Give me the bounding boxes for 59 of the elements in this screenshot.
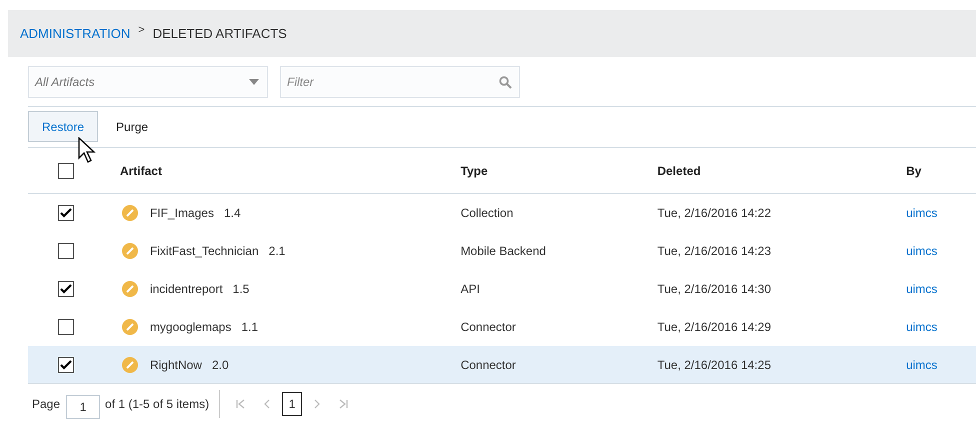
user-link[interactable]: uimcs — [906, 320, 938, 334]
table-cell: Tue, 2/16/2016 14:30 — [657, 282, 771, 296]
breadcrumb-link[interactable]: ADMINISTRATION — [20, 24, 130, 44]
table-cell: Tue, 2/16/2016 14:23 — [657, 244, 771, 258]
table-cell: Tue, 2/16/2016 14:25 — [657, 358, 771, 372]
table-row[interactable]: mygooglemaps 1.1 Connector Tue, 2/16/2016 14:29 uimcs — [28, 308, 976, 346]
breadcrumb-separator: > — [138, 23, 145, 38]
checkbox[interactable] — [58, 319, 74, 335]
page-summary: of 1 (1-5 of 5 items) — [105, 396, 210, 413]
artifact-name: FIF_Images — [150, 205, 214, 222]
pencil-badge-icon — [122, 205, 138, 221]
pencil-badge-icon — [122, 356, 138, 372]
filter-field[interactable]: Filter — [280, 66, 520, 98]
column-header[interactable]: Artifact — [120, 164, 162, 178]
table-cell: Connector — [460, 358, 516, 372]
artifact-version: 1.5 — [232, 281, 250, 298]
artifact-dropdown[interactable]: All Artifacts — [28, 66, 268, 98]
table-row[interactable]: RightNow 2.0 Connector Tue, 2/16/2016 14:25 uimcs — [28, 346, 976, 384]
table-row[interactable]: FIF_Images 1.4 Collection Tue, 2/16/2016 14:22 uimcs — [28, 194, 976, 232]
table-cell: Mobile Backend — [460, 244, 546, 258]
column-header[interactable]: Deleted — [657, 164, 701, 178]
dropdown-caret-icon — [249, 79, 259, 85]
toolbar-button[interactable]: Purge — [102, 111, 162, 142]
checkbox[interactable] — [58, 205, 74, 221]
user-link[interactable]: uimcs — [906, 358, 938, 372]
pencil-badge-icon — [122, 319, 138, 335]
artifact-name: FixitFast_Technician — [150, 243, 259, 260]
artifact-version: 2.0 — [212, 356, 229, 374]
column-header[interactable]: Type — [460, 164, 488, 178]
table-cell: Tue, 2/16/2016 14:29 — [657, 320, 771, 334]
user-link[interactable]: uimcs — [906, 206, 938, 220]
artifact-name: incidentreport — [150, 281, 223, 298]
table-row[interactable]: incidentreport 1.5 API Tue, 2/16/2016 14:30 uimcs — [28, 270, 976, 308]
user-link[interactable]: uimcs — [906, 282, 938, 296]
checkbox[interactable] — [58, 281, 74, 297]
checkbox[interactable] — [58, 356, 74, 372]
artifact-name: mygooglemaps — [150, 319, 232, 336]
page-input[interactable]: 1 — [66, 395, 100, 419]
table-cell: Connector — [460, 320, 516, 334]
column-header[interactable]: By — [906, 164, 922, 178]
search-icon — [499, 76, 512, 89]
checkbox[interactable] — [58, 162, 74, 178]
artifact-version: 1.1 — [241, 319, 258, 336]
pencil-badge-icon — [122, 281, 138, 297]
artifact-name: RightNow — [150, 356, 202, 374]
mouse-cursor-icon — [78, 137, 96, 164]
page-label: Page — [32, 396, 60, 413]
artifact-version: 2.1 — [268, 243, 286, 260]
artifact-version: 1.4 — [224, 205, 241, 222]
table-cell: Collection — [460, 206, 514, 220]
toolbar-button[interactable]: Restore — [28, 111, 98, 142]
page-number-button[interactable]: 1 — [282, 392, 302, 416]
breadcrumb-current: DELETED ARTIFACTS — [152, 24, 287, 43]
checkbox[interactable] — [58, 243, 74, 259]
user-link[interactable]: uimcs — [906, 244, 938, 258]
table-row[interactable]: FixitFast_Technician 2.1 Mobile Backend Tue, 2/16/2016 14:23 uimcs — [28, 232, 976, 270]
table-cell: Tue, 2/16/2016 14:22 — [657, 206, 771, 220]
pencil-badge-icon — [122, 243, 138, 259]
table-cell: API — [460, 282, 480, 296]
